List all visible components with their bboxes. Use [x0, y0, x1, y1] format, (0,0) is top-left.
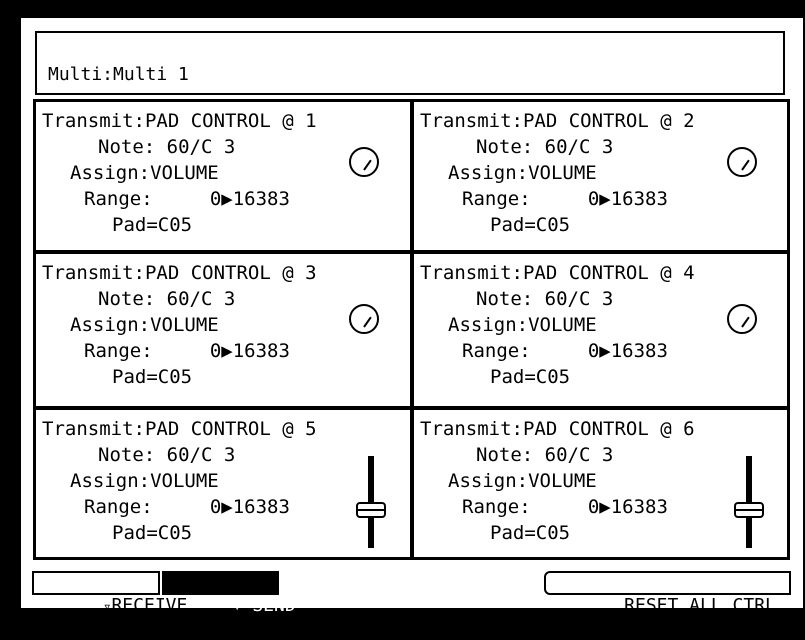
transmit-label: Transmit:PAD CONTROL @ 4 [420, 262, 695, 284]
note-label: Note: 60/C 3 [476, 444, 614, 466]
knob-icon[interactable] [349, 147, 379, 177]
range-label: Range: 0▶16383 [84, 340, 290, 362]
assign-label: Assign:VOLUME [448, 314, 597, 336]
note-label: Note: 60/C 3 [98, 444, 236, 466]
transmit-label: Transmit:PAD CONTROL @ 2 [420, 110, 695, 132]
note-label: Note: 60/C 3 [98, 288, 236, 310]
knob-icon[interactable] [727, 304, 757, 334]
pad-panel-2[interactable]: Transmit:PAD CONTROL @ 2 Note: 60/C 3 As… [413, 101, 788, 251]
send-label: SEND [252, 595, 296, 616]
pad-label: Pad=C05 [490, 214, 571, 236]
range-label: Range: 0▶16383 [84, 188, 290, 210]
assign-label: Assign:VOLUME [70, 314, 219, 336]
send-button[interactable]: ▿ SEND [162, 571, 296, 616]
note-label: Note: 60/C 3 [476, 288, 614, 310]
range-label: Range: 0▶16383 [462, 188, 668, 210]
reset-label: RESET ALL CTRL [624, 595, 776, 616]
pad-panel-3[interactable]: Transmit:PAD CONTROL @ 3 Note: 60/C 3 As… [35, 253, 411, 407]
pad-panel-6[interactable]: Transmit:PAD CONTROL @ 6 Note: 60/C 3 As… [413, 409, 788, 558]
note-label: Note: 60/C 3 [98, 136, 236, 158]
transmit-label: Transmit:PAD CONTROL @ 1 [42, 110, 317, 132]
pad-label: Pad=C05 [112, 522, 193, 544]
fader-icon[interactable] [734, 502, 764, 518]
transmit-label: Transmit:PAD CONTROL @ 5 [42, 418, 317, 440]
reset-all-ctrl-button[interactable]: RESET ALL CTRL [544, 571, 791, 616]
knob-icon[interactable] [727, 147, 757, 177]
receive-button[interactable]: ▿RECEIVE [32, 571, 187, 616]
assign-label: Assign:VOLUME [448, 162, 597, 184]
pad-panel-5[interactable]: Transmit:PAD CONTROL @ 5 Note: 60/C 3 As… [35, 409, 411, 558]
range-label: Range: 0▶16383 [84, 496, 290, 518]
pad-label: Pad=C05 [112, 366, 193, 388]
fader-icon[interactable] [356, 502, 386, 518]
soft-key-bar: ▿RECEIVE ▿ SEND RESET ALL CTRL [21, 568, 803, 616]
transmit-label: Transmit:PAD CONTROL @ 3 [42, 262, 317, 284]
pad-label: Pad=C05 [490, 522, 571, 544]
pad-control-grid: Transmit:PAD CONTROL @ 1 Note: 60/C 3 As… [33, 99, 790, 560]
pad-label: Pad=C05 [490, 366, 571, 388]
assign-label: Assign:VOLUME [70, 470, 219, 492]
pad-panel-1[interactable]: Transmit:PAD CONTROL @ 1 Note: 60/C 3 As… [35, 101, 411, 251]
knob-icon[interactable] [349, 304, 379, 334]
multi-header: Multi:Multi 1 [35, 31, 785, 95]
range-label: Range: 0▶16383 [462, 496, 668, 518]
assign-label: Assign:VOLUME [70, 162, 219, 184]
send-triangle-icon: ▿ [233, 599, 242, 615]
pad-panel-4[interactable]: Transmit:PAD CONTROL @ 4 Note: 60/C 3 As… [413, 253, 788, 407]
transmit-label: Transmit:PAD CONTROL @ 6 [420, 418, 695, 440]
multi-title: Multi:Multi 1 [48, 64, 189, 85]
assign-label: Assign:VOLUME [448, 470, 597, 492]
range-label: Range: 0▶16383 [462, 340, 668, 362]
pad-label: Pad=C05 [112, 214, 193, 236]
note-label: Note: 60/C 3 [476, 136, 614, 158]
lcd-screen: Multi:Multi 1 Transmit:PAD CONTROL @ 1 N… [21, 18, 803, 616]
